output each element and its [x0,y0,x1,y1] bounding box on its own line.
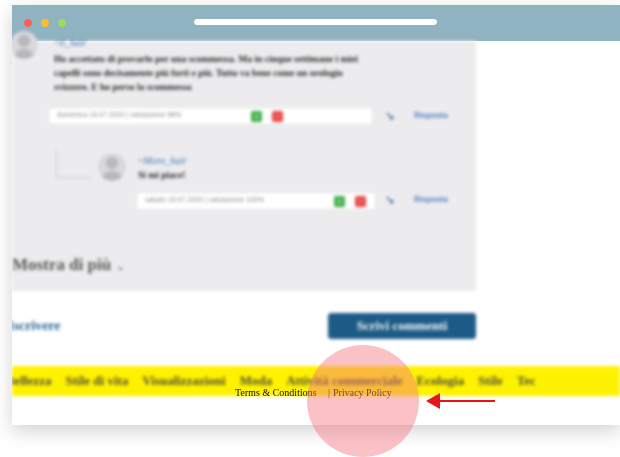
maximize-window-button[interactable] [58,19,66,27]
category-link[interactable]: Visualizzazioni [142,366,225,396]
write-comment-button[interactable]: Scrivi commenti [328,313,476,339]
category-link[interactable]: Tec [517,366,536,396]
thumbs-down-icon[interactable]: − [355,196,366,207]
reply-arrow-icon[interactable]: ➘ [385,110,401,122]
comment-meta: sabato 18.07.2020 | valutazione 100% + − [136,192,376,210]
browser-window: ~li_hair Ho accettato di provarlo per un… [12,5,620,425]
comment-username[interactable]: ~Moro_hair [138,156,187,167]
category-link[interactable]: Bellezza [12,366,51,396]
comment-meta-text: domenica 19.07.2020 | valutazione 98% [57,112,182,119]
title-bar [12,5,620,41]
reply-arrow-icon[interactable]: ➘ [385,194,401,206]
thumbs-up-icon[interactable]: + [334,196,345,207]
comment-text-line: Ho accettato di provarlo per una scommes… [54,55,358,65]
click-highlight-circle [307,345,419,457]
comment-meta-text: sabato 18.07.2020 | valutazione 100% [145,197,264,204]
thumbs-down-icon[interactable]: − [272,111,283,122]
chevron-down-icon: ⌄ [115,259,126,273]
comment-username[interactable]: ~li_hair [54,38,87,49]
comment-text-line: svizzero. E ho perso la scommessa [54,83,192,93]
comments-panel: ~li_hair Ho accettato di provarlo per un… [12,31,476,291]
comment-meta: domenica 19.07.2020 | valutazione 98% + … [48,107,373,125]
category-link[interactable]: Stile di vita [65,366,128,396]
thread-connector [56,149,91,178]
avatar [12,31,38,59]
address-bar[interactable] [194,19,437,25]
pointer-arrow-icon [426,393,495,409]
comment-text-line: capelli sono decisamente più forti e più… [54,69,343,79]
show-more-label: Mostra di più [12,255,112,274]
comment-text-line: Si mi piace! [138,171,186,181]
minimize-window-button[interactable] [41,19,49,27]
terms-link[interactable]: Terms & Conditions [235,388,317,399]
thumbs-up-icon[interactable]: + [251,111,262,122]
show-more-button[interactable]: Mostra di più ⌄ [12,255,126,275]
reply-link[interactable]: Risposta [414,111,448,120]
reply-link[interactable]: Risposta [414,195,448,204]
close-window-button[interactable] [24,19,32,27]
avatar [98,153,126,181]
subscribe-link[interactable]: Iscrivere [12,319,61,335]
page-content: ~li_hair Ho accettato di provarlo per un… [12,31,620,425]
